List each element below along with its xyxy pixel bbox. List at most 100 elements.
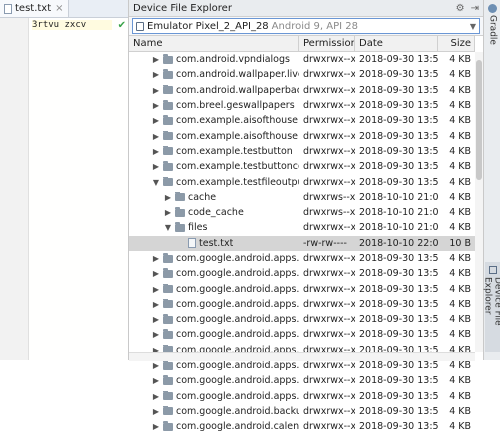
chevron-right-icon[interactable]: ▶ <box>151 55 161 64</box>
table-row[interactable]: ▶cachedrwxrws--x2018-10-10 21:014 KB <box>129 190 475 205</box>
editor-tab-test-txt[interactable]: test.txt × <box>0 0 69 17</box>
code-line[interactable]: 3rtvu zxcv <box>32 20 112 30</box>
chevron-right-icon[interactable]: ▶ <box>151 392 161 401</box>
chevron-right-icon[interactable]: ▶ <box>163 208 173 217</box>
name-cell: ▶com.example.testbuttoncode <box>129 161 299 172</box>
editor-gutter <box>0 18 29 360</box>
chevron-right-icon[interactable]: ▶ <box>151 132 161 141</box>
permissions-cell: drwxrwx--x <box>299 54 355 65</box>
column-header-permissions[interactable]: Permissions <box>299 36 355 51</box>
hide-panel-icon[interactable]: ⇥ <box>471 3 479 14</box>
chevron-right-icon[interactable]: ▶ <box>151 101 161 110</box>
chevron-right-icon[interactable]: ▶ <box>163 193 173 202</box>
folder-icon <box>163 147 173 155</box>
table-row[interactable]: ▶com.google.android.apps.mesdrwxrwx--x20… <box>129 297 475 312</box>
table-row[interactable]: ▶code_cachedrwxrws--x2018-10-10 21:014 K… <box>129 205 475 220</box>
table-row[interactable]: test.txt-rw-rw----2018-10-10 22:0510 B <box>129 236 475 251</box>
file-name: com.google.android.apps.phot <box>176 329 299 340</box>
chevron-right-icon[interactable]: ▶ <box>151 407 161 416</box>
gear-icon[interactable]: ⚙ <box>456 3 465 14</box>
editor-tab-label: test.txt <box>15 3 51 14</box>
scrollbar-thumb[interactable] <box>476 60 482 180</box>
table-row[interactable]: ▶com.android.wallpaperbackupdrwxrwx--x20… <box>129 83 475 98</box>
permissions-cell: drwxrwx--x <box>299 299 355 310</box>
file-name: test.txt <box>199 238 233 249</box>
table-row[interactable]: ▶com.google.android.apps.walldrwxrwx--x2… <box>129 389 475 404</box>
chevron-right-icon[interactable]: ▶ <box>151 330 161 339</box>
column-header-date[interactable]: Date <box>355 36 438 51</box>
chevron-right-icon[interactable]: ▶ <box>151 162 161 171</box>
chevron-right-icon[interactable]: ▶ <box>151 147 161 156</box>
chevron-right-icon[interactable]: ▶ <box>151 300 161 309</box>
check-icon: ✔ <box>118 20 126 31</box>
table-row[interactable]: ▶com.google.android.apps.walldrwxrwx--x2… <box>129 373 475 388</box>
date-cell: 2018-09-30 13:53 <box>355 284 438 295</box>
chevron-down-icon[interactable]: ▼ <box>151 178 161 187</box>
device-file-explorer-tool-button[interactable]: Device File Explorer <box>485 262 500 352</box>
name-cell: ▶ com.google.android.apps.phot <box>129 329 299 340</box>
permissions-cell: drwxrwx--x <box>299 391 355 402</box>
date-cell: 2018-09-30 13:53 <box>355 131 438 142</box>
gradle-label: Gradle <box>488 15 498 45</box>
table-row[interactable]: ▶com.google.android.apps.mapdrwxrwx--x20… <box>129 281 475 296</box>
table-body: ▶com.android.vpndialogsdrwxrwx--x2018-09… <box>129 52 475 434</box>
device-file-explorer-label: Device File Explorer <box>483 277 500 352</box>
permissions-cell: drwxrwx--x <box>299 253 355 264</box>
name-cell: ▶com.android.wallpaper.livepic <box>129 69 299 80</box>
close-icon[interactable]: × <box>55 3 63 14</box>
device-dropdown[interactable]: Emulator Pixel_2_API_28 Android 9, API 2… <box>132 18 480 34</box>
chevron-down-icon[interactable]: ▼ <box>163 223 173 232</box>
table-row[interactable]: ▶com.google.android.apps.nexdrwxrwx--x20… <box>129 312 475 327</box>
chevron-right-icon[interactable]: ▶ <box>151 254 161 263</box>
table-row[interactable]: ▶com.google.android.apps.inpudrwxrwx--x2… <box>129 266 475 281</box>
table-row[interactable]: ▶com.android.vpndialogsdrwxrwx--x2018-09… <box>129 52 475 67</box>
table-row[interactable]: ▶com.google.android.calendardrwxrwx--x20… <box>129 419 475 434</box>
text-file-icon <box>188 238 196 248</box>
chevron-right-icon[interactable]: ▶ <box>151 361 161 370</box>
chevron-right-icon[interactable]: ▶ <box>151 285 161 294</box>
permissions-cell: drwxrwx--x <box>299 146 355 157</box>
name-cell: ▶com.google.android.apps.inpu <box>129 268 299 279</box>
folder-icon <box>163 117 173 125</box>
table-row[interactable]: ▶com.google.android.apps.docsdrwxrwx--x2… <box>129 251 475 266</box>
name-cell: ▶cache <box>129 192 299 203</box>
table-row[interactable]: ▶com.android.wallpaper.livepicdrwxrwx--x… <box>129 67 475 82</box>
device-icon <box>489 266 497 274</box>
device-row: Emulator Pixel_2_API_28 Android 9, API 2… <box>129 17 483 36</box>
table-row[interactable]: ▶com.example.testbuttoncodedrwxrwx--x201… <box>129 159 475 174</box>
table-row[interactable]: ▶com.example.testbuttondrwxrwx--x2018-09… <box>129 144 475 159</box>
table-row[interactable]: ▶com.example.aisofthouse.testldrwxrwx--x… <box>129 113 475 128</box>
date-cell: 2018-09-30 13:53 <box>355 391 438 402</box>
size-cell: 4 KB <box>438 222 475 233</box>
file-name: code_cache <box>188 207 244 218</box>
table-row[interactable]: ▶com.breel.geswallpapersdrwxrwx--x2018-0… <box>129 98 475 113</box>
folder-icon <box>163 392 173 400</box>
gradle-tool-button[interactable]: Gradle <box>486 4 499 45</box>
table-row[interactable]: ▶com.example.aisofthouse.testodrwxrwx--x… <box>129 128 475 143</box>
name-cell: ▶com.google.android.calendar <box>129 421 299 432</box>
table-row[interactable]: ▼com.example.testfileoutputstredrwxrwx--… <box>129 174 475 189</box>
name-cell: ▶com.google.android.apps.map <box>129 284 299 295</box>
size-cell: 4 KB <box>438 314 475 325</box>
column-header-name[interactable]: Name <box>129 36 299 51</box>
chevron-right-icon[interactable]: ▶ <box>151 116 161 125</box>
chevron-right-icon[interactable]: ▶ <box>151 70 161 79</box>
chevron-right-icon[interactable]: ▶ <box>151 422 161 431</box>
name-cell: ▶com.google.android.backuptra <box>129 406 299 417</box>
column-header-size[interactable]: Size <box>438 36 475 51</box>
date-cell: 2018-09-30 13:53 <box>355 69 438 80</box>
name-cell: ▶com.android.vpndialogs <box>129 54 299 65</box>
table-row[interactable]: ▶com.google.android.backuptradrwxrwx--x2… <box>129 404 475 419</box>
size-cell: 4 KB <box>438 54 475 65</box>
chevron-right-icon[interactable]: ▶ <box>151 376 161 385</box>
permissions-cell: -rw-rw---- <box>299 238 355 249</box>
chevron-right-icon[interactable]: ▶ <box>151 315 161 324</box>
chevron-right-icon[interactable]: ▶ <box>151 269 161 278</box>
chevron-right-icon[interactable]: ▶ <box>151 86 161 95</box>
name-cell: test.txt <box>129 238 299 249</box>
editor-body[interactable]: 3rtvu zxcv ✔ <box>0 18 128 360</box>
device-name: Emulator Pixel_2_API_28 <box>147 21 269 32</box>
size-cell: 4 KB <box>438 161 475 172</box>
table-row[interactable]: ▼filesdrwxrwx--x2018-10-10 21:094 KB <box>129 220 475 235</box>
table-row[interactable]: ▶com.google.android.apps.photdrwxrwx--x2… <box>129 327 475 342</box>
